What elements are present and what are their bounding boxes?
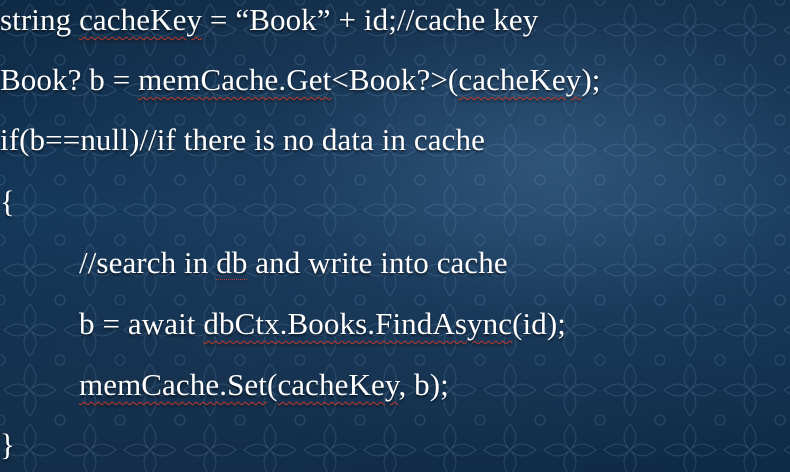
code-line-3: if(b==null)//if there is no data in cach… bbox=[0, 121, 485, 159]
code-text: Book? b = bbox=[0, 62, 139, 97]
code-slide: string cacheKey = “Book” + id;//cache ke… bbox=[0, 0, 790, 472]
code-text: (id); bbox=[512, 306, 566, 341]
spellcheck-word: db bbox=[216, 245, 248, 280]
code-line-1: string cacheKey = “Book” + id;//cache ke… bbox=[0, 1, 538, 39]
spellcheck-word: cacheKey bbox=[458, 62, 582, 97]
spellcheck-word: dbCtx.Books.FindAsync bbox=[203, 306, 513, 341]
spellcheck-word: cacheKey bbox=[277, 367, 399, 402]
code-text: <Book?>( bbox=[331, 62, 459, 97]
code-line-7: memCache.Set(cacheKey, b); bbox=[79, 366, 449, 404]
code-text: b = await bbox=[79, 306, 204, 341]
spellcheck-word: memCache.Set bbox=[79, 367, 268, 402]
code-text: string bbox=[0, 2, 80, 37]
code-line-5: //search in db and write into cache bbox=[79, 244, 508, 282]
code-text: //search in bbox=[79, 245, 217, 280]
code-text: ( bbox=[267, 367, 278, 402]
code-text: = “Book” + id;//cache key bbox=[202, 2, 539, 37]
code-text: } bbox=[0, 427, 15, 462]
code-text: and write into cache bbox=[247, 245, 508, 280]
spellcheck-word: memCache.Get bbox=[138, 62, 332, 97]
code-text: , b); bbox=[398, 367, 449, 402]
spellcheck-word: cacheKey bbox=[79, 2, 203, 37]
code-line-6: b = await dbCtx.Books.FindAsync(id); bbox=[79, 305, 566, 343]
code-text: if(b==null)//if there is no data in cach… bbox=[0, 122, 485, 157]
code-line-8: } bbox=[0, 426, 15, 464]
code-line-2: Book? b = memCache.Get<Book?>(cacheKey); bbox=[0, 61, 600, 99]
code-text: { bbox=[0, 184, 15, 219]
code-text: ); bbox=[581, 62, 601, 97]
code-line-4: { bbox=[0, 183, 15, 221]
